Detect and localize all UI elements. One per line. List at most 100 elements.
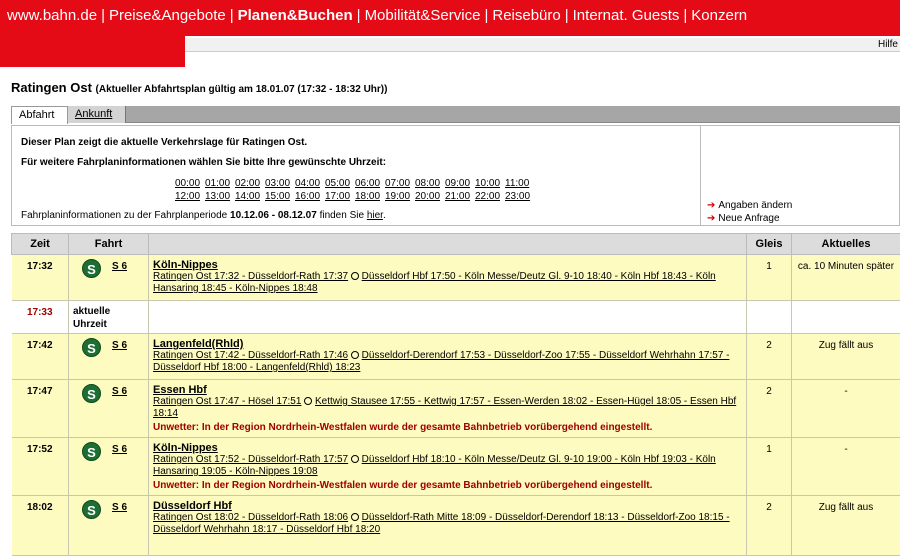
destination-link[interactable]: Köln-Nippes bbox=[153, 259, 742, 271]
sub-navigation-bar: Hilfe bbox=[185, 38, 900, 52]
platform: 1 bbox=[747, 438, 792, 496]
train-cell: S S 6 bbox=[69, 380, 149, 438]
clock-icon bbox=[351, 272, 359, 280]
brand-red-block bbox=[0, 36, 185, 67]
current-label-line2: Uhrzeit bbox=[73, 318, 144, 331]
hour-link[interactable]: 08:00 bbox=[415, 177, 445, 190]
hour-selector: 00:0001:0002:0003:0004:0005:0006:0007:00… bbox=[175, 177, 545, 203]
train-line-link[interactable]: S 6 bbox=[112, 338, 127, 352]
destination-link[interactable]: Langenfeld(Rhld) bbox=[153, 338, 742, 350]
table-row: 17:52 S S 6 Köln-NippesRatingen Ost 17:52 -… bbox=[12, 438, 900, 496]
clock-icon bbox=[351, 351, 359, 359]
page-subtitle: (Aktueller Abfahrtsplan gültig am 18.01.… bbox=[96, 84, 388, 95]
hour-link[interactable]: 16:00 bbox=[295, 190, 325, 203]
hour-link[interactable]: 23:00 bbox=[505, 190, 535, 203]
platform: 1 bbox=[747, 255, 792, 301]
hour-link[interactable]: 20:00 bbox=[415, 190, 445, 203]
nav-planen-buchen[interactable]: Planen&Buchen bbox=[238, 7, 353, 24]
route-stops-start[interactable]: Ratingen Ost 17:32 - Düsseldorf-Rath 17:… bbox=[153, 271, 348, 282]
route-stops-start[interactable]: Ratingen Ost 17:42 - Düsseldorf-Rath 17:… bbox=[153, 350, 348, 361]
hour-link[interactable]: 05:00 bbox=[325, 177, 355, 190]
hour-link[interactable]: 07:00 bbox=[385, 177, 415, 190]
current-label-line1: aktuelle bbox=[73, 305, 144, 318]
nav-mobilitaet-service[interactable]: Mobilität&Service bbox=[365, 7, 481, 24]
train-cell: SS 6 bbox=[69, 334, 149, 380]
col-fahrt: Fahrt bbox=[69, 234, 149, 255]
tab-abfahrt[interactable]: Abfahrt bbox=[11, 106, 68, 124]
arrow-right-icon: ➔ bbox=[707, 200, 715, 211]
hour-link[interactable]: 21:00 bbox=[445, 190, 475, 203]
hour-link[interactable]: 00:00 bbox=[175, 177, 205, 190]
empty-cell bbox=[747, 301, 792, 334]
current-time-label: aktuelleUhrzeit bbox=[69, 301, 149, 334]
status-info: ca. 10 Minuten später bbox=[792, 255, 900, 301]
hour-link[interactable]: 14:00 bbox=[235, 190, 265, 203]
hour-link[interactable]: 15:00 bbox=[265, 190, 295, 203]
table-row: 17:42SS 6 Langenfeld(Rhld)Ratingen Ost 17… bbox=[12, 334, 900, 380]
route-stops-start[interactable]: Ratingen Ost 18:02 - Düsseldorf-Rath 18:… bbox=[153, 512, 348, 523]
station-name: Ratingen Ost bbox=[11, 80, 92, 95]
hour-link[interactable]: 12:00 bbox=[175, 190, 205, 203]
hour-link[interactable]: 17:00 bbox=[325, 190, 355, 203]
platform: 2 bbox=[747, 380, 792, 438]
route-stops-start[interactable]: Ratingen Ost 17:47 - Hösel 17:51 bbox=[153, 396, 301, 407]
hour-link[interactable]: 06:00 bbox=[355, 177, 385, 190]
nav-internat-guests[interactable]: Internat. Guests bbox=[573, 7, 680, 24]
hour-link[interactable]: 11:00 bbox=[505, 177, 535, 190]
route-cell: Düsseldorf HbfRatingen Ost 18:02 - Düsse… bbox=[149, 496, 747, 556]
col-aktuelles: Aktuelles bbox=[792, 234, 900, 255]
s-bahn-icon: S bbox=[82, 259, 101, 278]
period-link[interactable]: hier bbox=[367, 210, 383, 221]
hour-link[interactable]: 10:00 bbox=[475, 177, 505, 190]
departure-time: 17:52 bbox=[12, 438, 69, 496]
destination-link[interactable]: Düsseldorf Hbf bbox=[153, 500, 742, 512]
new-request-link[interactable]: ➔Neue Anfrage bbox=[707, 212, 792, 225]
route-stops-start[interactable]: Ratingen Ost 17:52 - Düsseldorf-Rath 17:… bbox=[153, 454, 348, 465]
table-row: 17:32SS 6Köln-NippesRatingen Ost 17:32 -… bbox=[12, 255, 900, 301]
hour-link[interactable]: 01:00 bbox=[205, 177, 235, 190]
col-zeit: Zeit bbox=[12, 234, 69, 255]
hour-link[interactable]: 13:00 bbox=[205, 190, 235, 203]
route-stops: Ratingen Ost 17:42 - Düsseldorf-Rath 17:… bbox=[153, 350, 729, 373]
action-panel: ➔Angaben ändern ➔Neue Anfrage bbox=[700, 126, 900, 225]
hour-link[interactable]: 22:00 bbox=[475, 190, 505, 203]
hour-link[interactable]: 09:00 bbox=[445, 177, 475, 190]
hour-link[interactable]: 18:00 bbox=[355, 190, 385, 203]
change-input-link[interactable]: ➔Angaben ändern bbox=[707, 199, 792, 212]
current-time: 17:33 bbox=[12, 301, 69, 334]
clock-icon bbox=[351, 513, 359, 521]
route-cell: Köln-NippesRatingen Ost 17:52 - Düsseldo… bbox=[149, 438, 747, 496]
train-line-link[interactable]: S 6 bbox=[112, 259, 127, 273]
nav-reisebuero[interactable]: Reisebüro bbox=[492, 7, 560, 24]
departure-time: 17:42 bbox=[12, 334, 69, 380]
departure-time: 17:47 bbox=[12, 380, 69, 438]
train-cell: SS 6 bbox=[69, 496, 149, 556]
hour-link[interactable]: 02:00 bbox=[235, 177, 265, 190]
top-navigation: www.bahn.de|Preise&Angebote|Planen&Buche… bbox=[0, 0, 900, 36]
train-line-link[interactable]: S 6 bbox=[112, 442, 127, 456]
status-info: Zug fällt aus bbox=[792, 334, 900, 380]
s-bahn-icon: S bbox=[82, 384, 101, 403]
train-line-link[interactable]: S 6 bbox=[112, 500, 127, 514]
disruption-warning: Unwetter: In der Region Nordrhein-Westfa… bbox=[153, 480, 742, 492]
nav-konzern[interactable]: Konzern bbox=[691, 7, 747, 24]
s-bahn-icon: S bbox=[82, 442, 101, 461]
status-info: - bbox=[792, 380, 900, 438]
destination-link[interactable]: Köln-Nippes bbox=[153, 442, 742, 454]
route-cell: Köln-NippesRatingen Ost 17:32 - Düsseldo… bbox=[149, 255, 747, 301]
arrow-right-icon: ➔ bbox=[707, 213, 715, 224]
tab-ankunft[interactable]: Ankunft bbox=[68, 106, 126, 123]
nav-preise-angebote[interactable]: Preise&Angebote bbox=[109, 7, 226, 24]
train-line-link[interactable]: S 6 bbox=[112, 384, 127, 398]
route-stops: Ratingen Ost 18:02 - Düsseldorf-Rath 18:… bbox=[153, 512, 730, 535]
nav-bahn-de[interactable]: www.bahn.de bbox=[7, 7, 97, 24]
period-dates: 10.12.06 - 08.12.07 bbox=[230, 210, 317, 221]
info-text: Dieser Plan zeigt die aktuelle Verkehrsl… bbox=[21, 137, 307, 148]
hour-link[interactable]: 19:00 bbox=[385, 190, 415, 203]
route-stops: Ratingen Ost 17:32 - Düsseldorf-Rath 17:… bbox=[153, 271, 716, 294]
empty-cell bbox=[149, 301, 747, 334]
hour-link[interactable]: 04:00 bbox=[295, 177, 325, 190]
hour-link[interactable]: 03:00 bbox=[265, 177, 295, 190]
help-link[interactable]: Hilfe bbox=[878, 38, 898, 51]
destination-link[interactable]: Essen Hbf bbox=[153, 384, 742, 396]
